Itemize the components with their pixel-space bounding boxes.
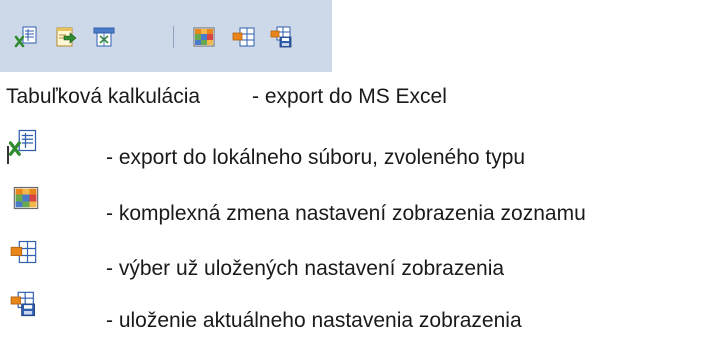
export-file-icon[interactable] xyxy=(14,25,38,49)
grid-view-settings-icon[interactable] xyxy=(192,25,216,49)
intro-title: Tabuľková kalkulácia xyxy=(6,85,201,108)
export-file-icon xyxy=(8,128,42,158)
save-view-icon[interactable] xyxy=(270,25,294,49)
save-view-icon xyxy=(10,290,38,318)
row-text-select-view: - výber už uložených nastavení zobrazeni… xyxy=(106,257,505,280)
toolbar xyxy=(0,0,332,72)
row-text-export-file: - export do lokálneho súboru, zvoleného … xyxy=(106,146,526,169)
export-excel-icon[interactable] xyxy=(54,25,78,49)
select-saved-view-icon xyxy=(10,238,38,266)
grid-view-settings-icon xyxy=(12,184,40,212)
toolbar-separator xyxy=(173,26,174,48)
select-saved-view-icon[interactable] xyxy=(232,25,256,49)
row-text-grid-settings: - komplexná zmena nastavení zobrazenia z… xyxy=(106,202,586,225)
intro-description: - export do MS Excel xyxy=(252,85,447,108)
print-report-icon[interactable] xyxy=(92,25,116,49)
row-text-save-view: - uloženie aktuálneho nastavenia zobraze… xyxy=(106,309,522,332)
